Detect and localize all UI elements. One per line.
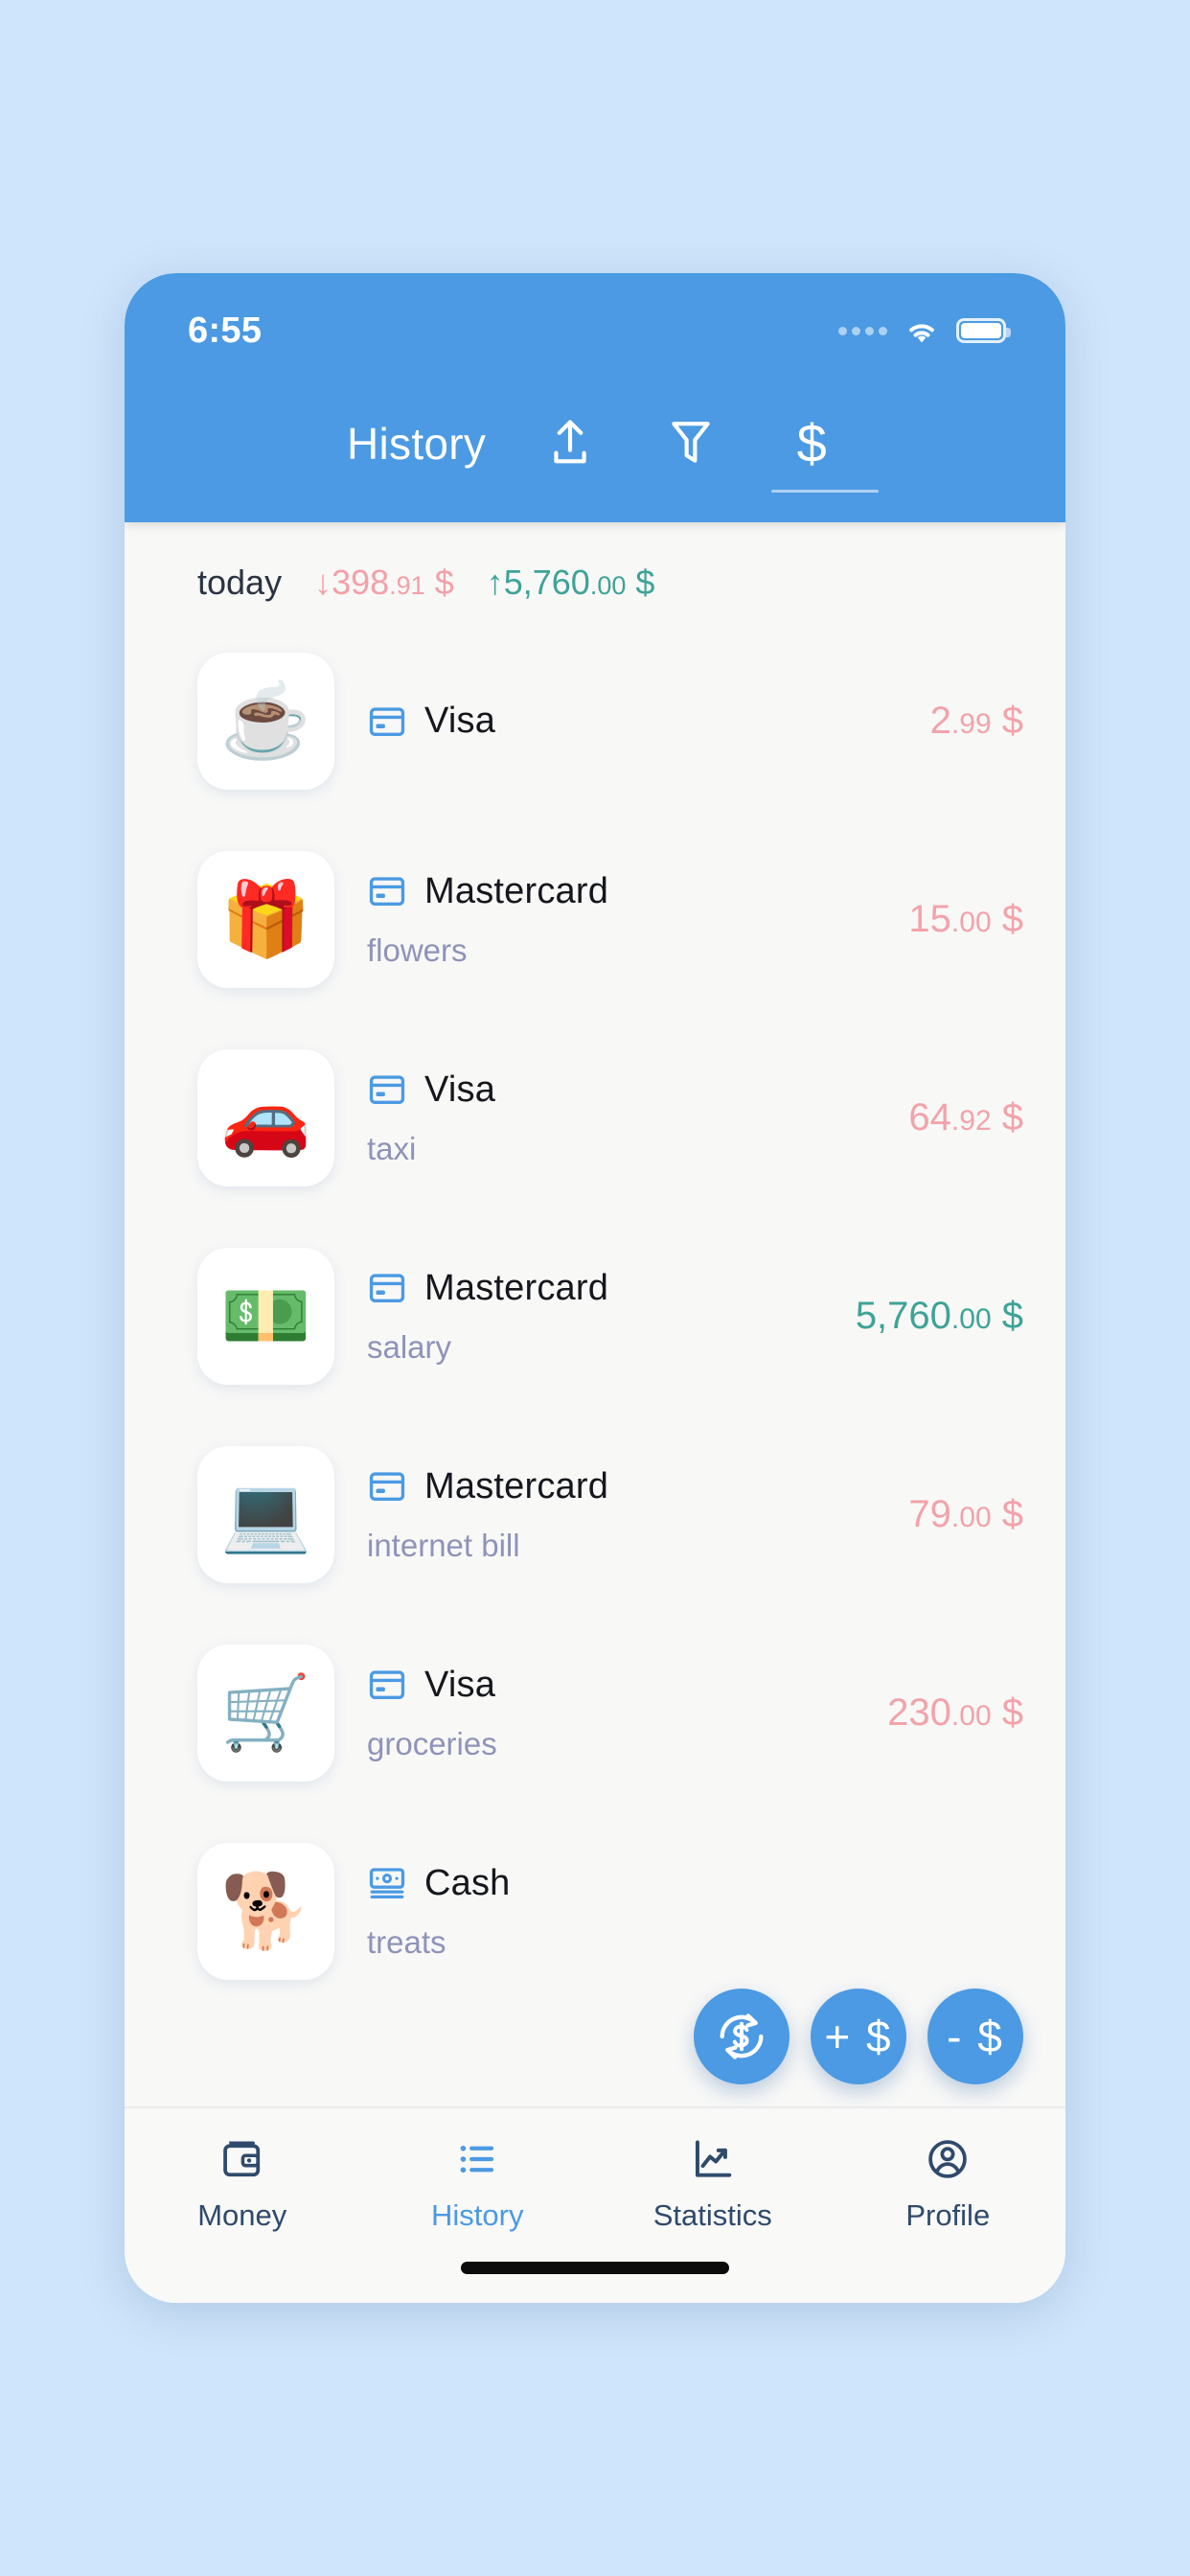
transaction-account: Visa <box>424 1069 496 1110</box>
transaction-details: Visa groceries <box>367 1665 874 1762</box>
transaction-account-line: Mastercard <box>367 1268 842 1309</box>
transaction-account: Visa <box>424 701 496 741</box>
transaction-account-line: Mastercard <box>367 1466 895 1507</box>
transaction-details: Mastercard salary <box>367 1268 842 1366</box>
transaction-details: Mastercard internet bill <box>367 1466 895 1564</box>
status-bar-time: 6:55 <box>188 310 263 351</box>
shopping-cart-emoji: 🛒 <box>197 1644 334 1782</box>
credit-card-icon <box>369 1472 405 1501</box>
dog-emoji: 🐕 <box>197 1843 334 1980</box>
add-expense-fab[interactable]: - $ <box>927 1989 1023 2084</box>
transaction-account: Mastercard <box>424 1267 609 1308</box>
app-bar: History $ <box>125 365 1065 522</box>
status-bar: 6:55 <box>125 273 1065 365</box>
credit-card-icon <box>369 1274 405 1302</box>
transaction-note: flowers <box>367 932 468 968</box>
signal-dots-icon <box>838 326 887 335</box>
transaction-account-line: Visa <box>367 701 917 742</box>
page-title: History <box>347 419 487 469</box>
tab-history[interactable]: History <box>360 2133 596 2233</box>
coffee-emoji: ☕ <box>197 653 334 790</box>
transaction-note: internet bill <box>367 1527 520 1563</box>
tab-label-statistics: Statistics <box>652 2198 772 2232</box>
wallet-icon <box>218 2133 266 2185</box>
list-icon <box>453 2133 501 2185</box>
transfer-fab[interactable] <box>694 1989 790 2084</box>
transaction-row[interactable]: 🎁 Mastercard flowers 15.00 $ <box>125 820 1065 1019</box>
summary-expense: ↓398.91 $ <box>314 563 454 602</box>
transaction-row[interactable]: ☕ Visa 2.99 $ <box>125 622 1065 820</box>
home-indicator <box>461 2262 729 2274</box>
transaction-amount: 15.00 $ <box>908 898 1023 940</box>
transaction-account-line: Visa <box>367 1665 874 1706</box>
laptop-emoji: 💻 <box>197 1446 334 1583</box>
screen-background: 6:55 History $ today ↓398.91 $ ↑5,760.00… <box>0 0 1190 2576</box>
person-icon <box>924 2133 972 2185</box>
banknotes-emoji: 💵 <box>197 1248 334 1385</box>
gift-emoji: 🎁 <box>197 851 334 988</box>
transaction-note: salary <box>367 1328 452 1365</box>
banknote-icon <box>369 1868 405 1899</box>
line-chart-icon <box>689 2133 737 2185</box>
tab-statistics[interactable]: Statistics <box>595 2133 831 2233</box>
tab-label-history: History <box>431 2198 524 2232</box>
currency-icon: $ <box>796 413 827 473</box>
transaction-account: Visa <box>424 1664 496 1705</box>
transaction-account: Mastercard <box>424 870 609 911</box>
app-header: 6:55 History $ <box>125 273 1065 522</box>
tab-money[interactable]: Money <box>125 2133 360 2233</box>
filter-icon <box>672 422 710 463</box>
transaction-details: Visa <box>367 701 917 742</box>
transaction-note: treats <box>367 1923 446 1960</box>
filter-button[interactable] <box>656 408 725 479</box>
transaction-amount: 64.92 $ <box>908 1096 1023 1138</box>
transaction-note: taxi <box>367 1130 417 1166</box>
transaction-details: Mastercard flowers <box>367 871 895 969</box>
battery-full-icon <box>956 318 1011 343</box>
wifi-icon <box>909 324 934 343</box>
transaction-row[interactable]: 🐕 Cash treats <box>125 1812 1065 2011</box>
transaction-note: groceries <box>367 1725 497 1761</box>
export-button[interactable] <box>536 408 605 479</box>
transfer-dollar-icon <box>720 2013 764 2059</box>
tab-profile[interactable]: Profile <box>831 2133 1066 2233</box>
transaction-amount: 2.99 $ <box>929 700 1023 742</box>
credit-card-icon <box>369 877 405 906</box>
credit-card-icon <box>369 706 405 736</box>
transaction-amount: 230.00 $ <box>887 1691 1023 1734</box>
transaction-details: Cash treats <box>367 1863 1010 1961</box>
add-income-fab[interactable]: + $ <box>811 1989 906 2084</box>
transaction-row[interactable]: 💵 Mastercard salary 5,760.00 $ <box>125 1217 1065 1415</box>
day-summary: today ↓398.91 $ ↑5,760.00 $ <box>125 522 1065 622</box>
summary-income: ↑5,760.00 $ <box>486 563 655 602</box>
transaction-account-line: Mastercard <box>367 871 895 912</box>
tab-label-money: Money <box>197 2198 287 2232</box>
car-emoji: 🚗 <box>197 1049 334 1186</box>
credit-card-icon <box>369 1075 405 1104</box>
transaction-account-line: Visa <box>367 1070 895 1111</box>
transaction-amount: 79.00 $ <box>908 1493 1023 1535</box>
transaction-row[interactable]: 🛒 Visa groceries 230.00 $ <box>125 1614 1065 1812</box>
transaction-amount: 5,760.00 $ <box>855 1295 1023 1337</box>
minus-dollar-icon: - $ <box>947 2012 1004 2061</box>
app-bar-actions: $ <box>536 408 880 493</box>
transaction-account: Mastercard <box>424 1465 609 1506</box>
transaction-row[interactable]: 🚗 Visa taxi 64.92 $ <box>125 1019 1065 1217</box>
export-icon <box>554 420 586 464</box>
transaction-details: Visa taxi <box>367 1070 895 1167</box>
transaction-list: ☕ Visa 2.99 $ 🎁 Mastercard flowers 15.00 $ 🚗 Vis… <box>125 622 1065 2011</box>
phone-frame: 6:55 History $ today ↓398.91 $ ↑5,760.00… <box>125 273 1065 2303</box>
tab-label-profile: Profile <box>905 2198 991 2232</box>
currency-button[interactable]: $ <box>771 408 880 493</box>
floating-action-buttons: + $ - $ <box>694 1989 1023 2084</box>
summary-day-label: today <box>197 563 283 602</box>
status-bar-indicators <box>838 316 1011 345</box>
transaction-account: Cash <box>424 1862 511 1903</box>
history-content: today ↓398.91 $ ↑5,760.00 $ ☕ Visa 2.99 $ 🎁… <box>125 522 1065 2303</box>
transaction-row[interactable]: 💻 Mastercard internet bill 79.00 $ <box>125 1415 1065 1614</box>
credit-card-icon <box>369 1670 405 1699</box>
transaction-account-line: Cash <box>367 1863 1010 1904</box>
plus-dollar-icon: + $ <box>824 2012 893 2061</box>
